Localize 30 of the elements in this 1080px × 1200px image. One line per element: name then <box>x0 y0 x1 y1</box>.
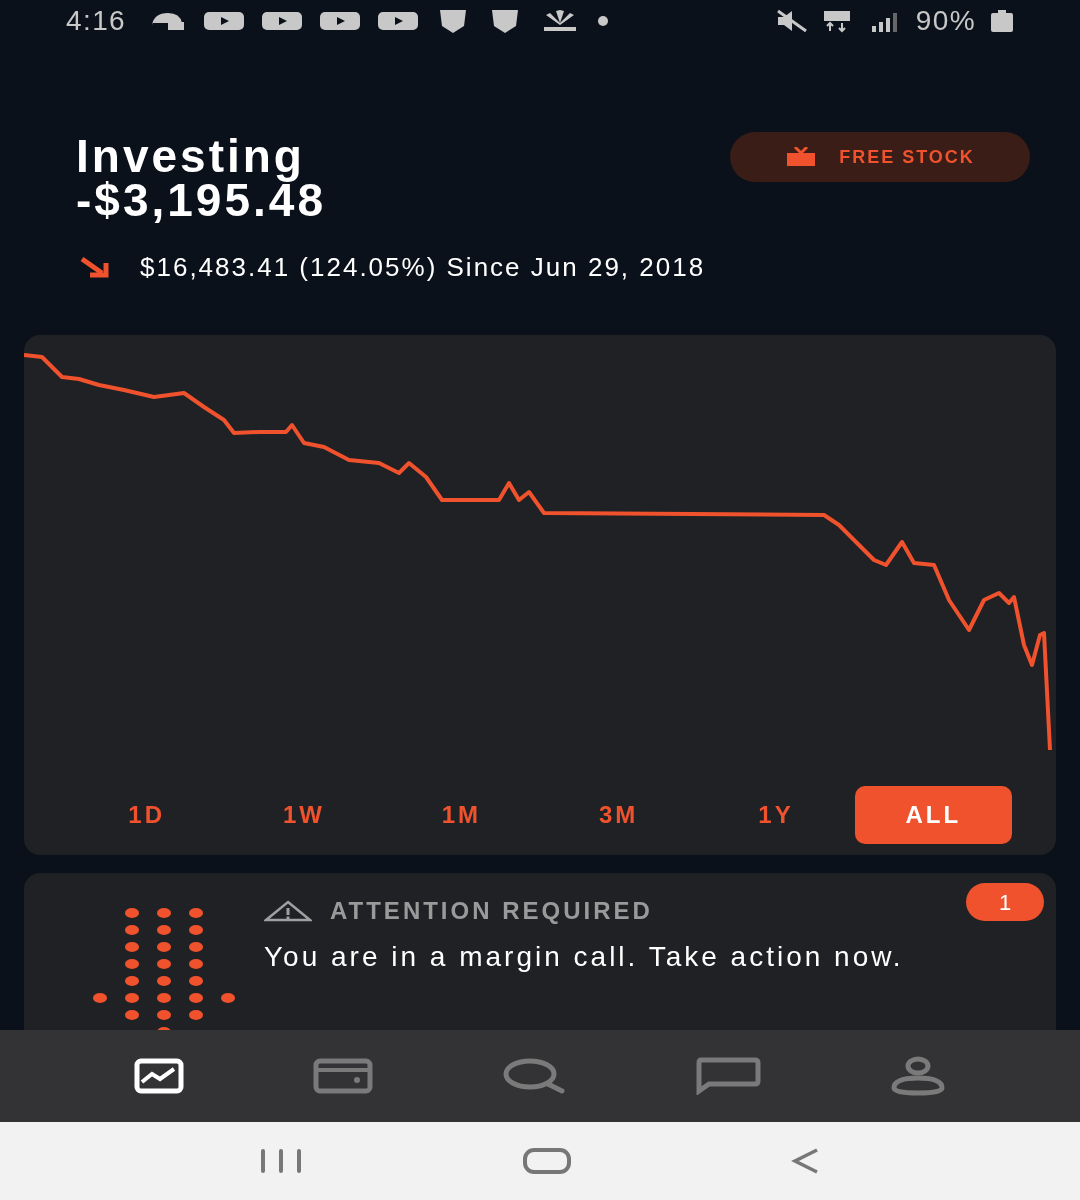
dot-icon <box>598 16 609 26</box>
range-tab[interactable]: 3M <box>540 786 698 844</box>
video-icon <box>320 12 361 30</box>
battery-icon <box>990 10 1014 32</box>
alert-heading: ATTENTION REQUIRED <box>330 896 653 926</box>
range-tab[interactable]: 1W <box>225 786 383 844</box>
recent-apps-icon[interactable] <box>259 1149 304 1173</box>
alert-message: You are in a margin call. Take action now. <box>264 940 905 974</box>
warning-icon <box>264 900 312 922</box>
clock: 4:16 <box>66 4 127 38</box>
search-icon[interactable] <box>502 1058 566 1094</box>
notification-badge: 1 <box>966 883 1044 921</box>
account-icon[interactable] <box>889 1056 946 1096</box>
gift-icon <box>785 147 818 167</box>
home-icon[interactable] <box>522 1147 572 1175</box>
battery-percent: 90% <box>915 4 976 38</box>
range-tab[interactable]: 1M <box>382 786 540 844</box>
back-icon[interactable] <box>790 1147 821 1175</box>
free-stock-button[interactable]: FREE STOCK <box>730 132 1030 182</box>
wallet-icon[interactable] <box>313 1058 374 1094</box>
range-tab[interactable]: ALL <box>854 786 1012 844</box>
change-summary: $16,483.41 (124.05%) Since Jun 29, 2018 <box>140 251 706 284</box>
range-tab[interactable]: 1D <box>68 786 226 844</box>
video-icon <box>204 12 245 30</box>
chart-icon[interactable] <box>134 1058 185 1094</box>
video-icon <box>262 12 303 30</box>
range-tab[interactable]: 1Y <box>697 786 855 844</box>
down-arrow-icon <box>80 256 112 279</box>
chat-icon[interactable] <box>694 1057 761 1095</box>
video-icon <box>378 12 419 30</box>
